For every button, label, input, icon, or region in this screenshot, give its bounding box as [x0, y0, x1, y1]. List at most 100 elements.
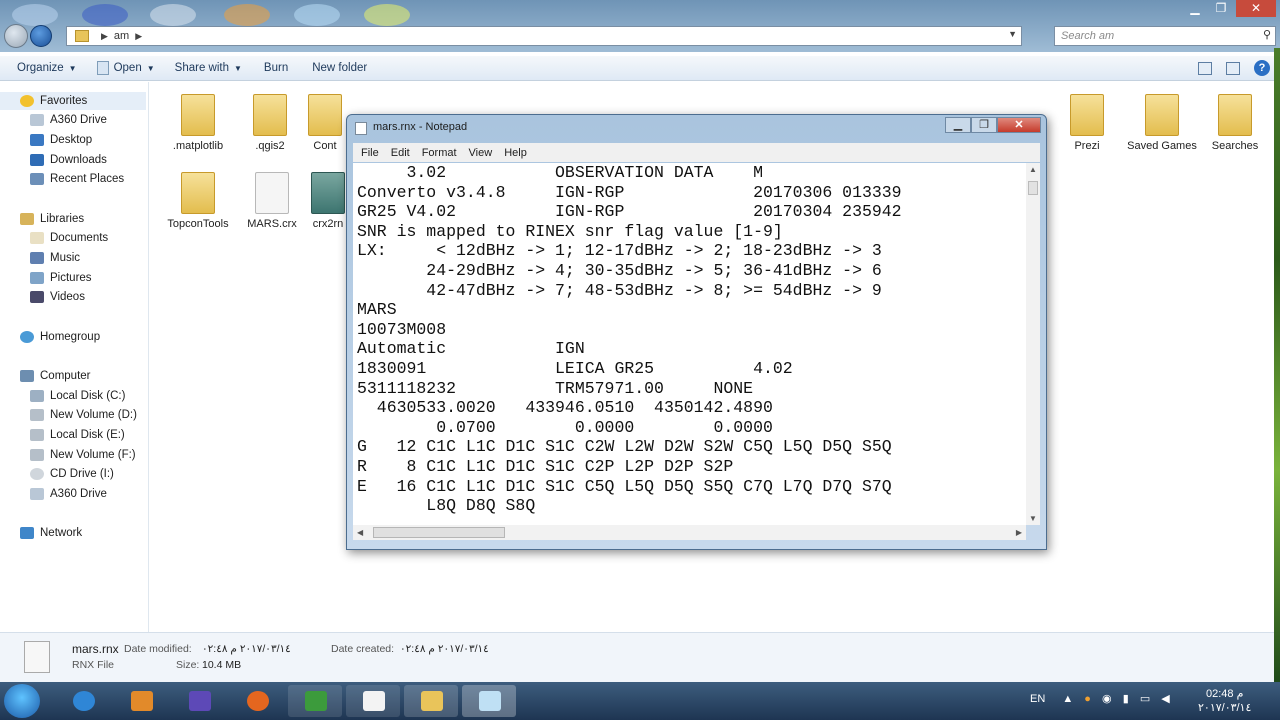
details-size: 10.4 MB [202, 659, 242, 671]
scroll-down-icon[interactable]: ▼ [1029, 514, 1037, 523]
menu-help[interactable]: Help [504, 147, 527, 159]
back-button[interactable] [4, 24, 28, 48]
notepad-minimize-button[interactable]: ▁ [945, 117, 971, 133]
sidebar-item-e-drive[interactable]: Local Disk (E:) [30, 426, 125, 444]
organize-button[interactable]: Organize ▼ [17, 62, 77, 74]
menu-view[interactable]: View [469, 147, 493, 159]
sidebar-item-music[interactable]: Music [30, 249, 80, 267]
battery-icon[interactable]: ▮ [1123, 693, 1129, 705]
view-options-icon[interactable] [1198, 61, 1212, 75]
scroll-thumb[interactable] [373, 527, 505, 538]
sidebar-favorites[interactable]: Favorites [0, 92, 146, 110]
forward-button[interactable] [30, 25, 52, 47]
menu-edit[interactable]: Edit [391, 147, 410, 159]
desktop-icon-blur [150, 4, 196, 26]
sidebar-item-desktop[interactable]: Desktop [30, 131, 92, 149]
details-date-modified: ٢٠١٧/٠٣/١٤ م ٠٢:٤٨ [202, 643, 291, 655]
volume-icon[interactable]: ◀ [1161, 693, 1169, 705]
notepad-content: 3.02 OBSERVATION DATA M Converto v3.4.8 … [353, 163, 1026, 516]
language-indicator[interactable]: EN [1030, 693, 1045, 705]
sidebar-item-a360[interactable]: A360 Drive [30, 111, 107, 129]
file-item[interactable]: TopconTools [162, 172, 234, 230]
drive-icon [30, 390, 44, 402]
explorer-maximize-button[interactable]: ❐ [1208, 0, 1234, 17]
sidebar-label: Network [40, 527, 83, 539]
explorer-close-button[interactable]: ✕ [1236, 0, 1276, 17]
file-item[interactable]: .qgis2 [234, 94, 306, 152]
vertical-scrollbar[interactable]: ▲ ▼ [1026, 163, 1040, 525]
sidebar-label: Local Disk (E:) [50, 429, 125, 441]
tray-app-icon[interactable]: ● [1084, 693, 1091, 705]
taskbar-explorer[interactable] [404, 685, 458, 717]
file-label: .qgis2 [255, 140, 285, 152]
taskbar-notepad[interactable] [462, 685, 516, 717]
sidebar-item-recent[interactable]: Recent Places [30, 170, 124, 188]
sidebar-label: Recent Places [50, 173, 125, 185]
sidebar-item-c-drive[interactable]: Local Disk (C:) [30, 387, 125, 405]
file-item[interactable]: Saved Games [1126, 94, 1198, 152]
scroll-right-icon[interactable]: ▶ [1016, 528, 1022, 537]
clock[interactable]: 02:48 م ٢٠١٧/٠٣/١٤ [1198, 687, 1251, 715]
new-folder-button[interactable]: New folder [312, 62, 367, 74]
folder-icon [75, 30, 89, 42]
taskbar-video[interactable] [172, 685, 226, 717]
sidebar-item-pictures[interactable]: Pictures [30, 269, 92, 287]
taskbar-ie[interactable] [56, 685, 110, 717]
notepad-text-area[interactable]: 3.02 OBSERVATION DATA M Converto v3.4.8 … [353, 163, 1026, 525]
videos-icon [30, 291, 44, 303]
sidebar-network[interactable]: Network [20, 524, 82, 542]
sidebar-item-d-drive[interactable]: New Volume (D:) [30, 406, 137, 424]
sidebar-label: Computer [40, 370, 91, 382]
sidebar-item-cd-drive[interactable]: CD Drive (I:) [30, 465, 114, 483]
share-with-button[interactable]: Share with ▼ [175, 62, 242, 74]
notepad-window[interactable]: mars.rnx - Notepad ▁ ❐ ✕ File Edit Forma… [346, 114, 1047, 550]
sidebar-item-videos[interactable]: Videos [30, 288, 85, 306]
search-input[interactable]: Search am ⚲ [1054, 26, 1276, 46]
show-hidden-icons-icon[interactable]: ▲ [1062, 693, 1073, 705]
scroll-left-icon[interactable]: ◀ [357, 528, 363, 537]
sidebar-item-a360-computer[interactable]: A360 Drive [30, 485, 107, 503]
sidebar-item-downloads[interactable]: Downloads [30, 151, 107, 169]
sidebar-homegroup[interactable]: Homegroup [20, 328, 100, 346]
text-line: 10073M008 [357, 319, 447, 339]
open-label: Open [113, 62, 142, 74]
explorer-minimize-button[interactable]: ▁ [1182, 0, 1208, 17]
share-with-label: Share with [174, 62, 229, 74]
taskbar-camtasia[interactable] [288, 685, 342, 717]
taskbar-media[interactable] [114, 685, 168, 717]
burn-button[interactable]: Burn [264, 62, 288, 74]
sidebar-item-f-drive[interactable]: New Volume (F:) [30, 446, 136, 464]
notepad-close-button[interactable]: ✕ [997, 117, 1041, 133]
menu-file[interactable]: File [361, 147, 379, 159]
start-button[interactable] [4, 684, 40, 718]
taskbar-camtasia-2[interactable] [346, 685, 400, 717]
address-bar[interactable]: ▶ am ▶ ▼ [66, 26, 1022, 46]
breadcrumb-item[interactable]: am [114, 30, 129, 42]
chevron-down-icon: ▼ [68, 63, 77, 73]
file-item[interactable]: crx2rn [306, 172, 350, 230]
menu-format[interactable]: Format [422, 147, 457, 159]
explorer-icon [421, 691, 443, 711]
file-item[interactable]: Cont [300, 94, 350, 152]
file-item[interactable]: Prezi [1051, 94, 1123, 152]
file-item[interactable]: Searches [1199, 94, 1271, 152]
sidebar-libraries[interactable]: Libraries [20, 210, 84, 228]
horizontal-scrollbar[interactable]: ◀ ▶ [353, 525, 1026, 540]
file-label: Saved Games [1127, 140, 1197, 152]
notepad-maximize-button[interactable]: ❐ [971, 117, 997, 133]
help-icon[interactable]: ? [1254, 60, 1270, 76]
file-item[interactable]: .matplotlib [162, 94, 234, 152]
taskbar-firefox[interactable] [230, 685, 284, 717]
tray-network-icon[interactable]: ◉ [1102, 693, 1112, 705]
search-icon[interactable]: ⚲ [1263, 28, 1271, 41]
sidebar-item-documents[interactable]: Documents [30, 229, 108, 247]
scroll-thumb[interactable] [1028, 181, 1038, 195]
open-button[interactable]: Open ▼ [96, 61, 155, 75]
scroll-up-icon[interactable]: ▲ [1029, 165, 1037, 174]
chevron-right-icon[interactable]: ▶ [135, 31, 142, 42]
file-item[interactable]: MARS.crx [236, 172, 308, 230]
action-center-icon[interactable]: ▭ [1140, 693, 1150, 705]
chevron-down-icon[interactable]: ▼ [1008, 29, 1017, 39]
preview-pane-icon[interactable] [1226, 61, 1240, 75]
sidebar-computer[interactable]: Computer [20, 367, 91, 385]
